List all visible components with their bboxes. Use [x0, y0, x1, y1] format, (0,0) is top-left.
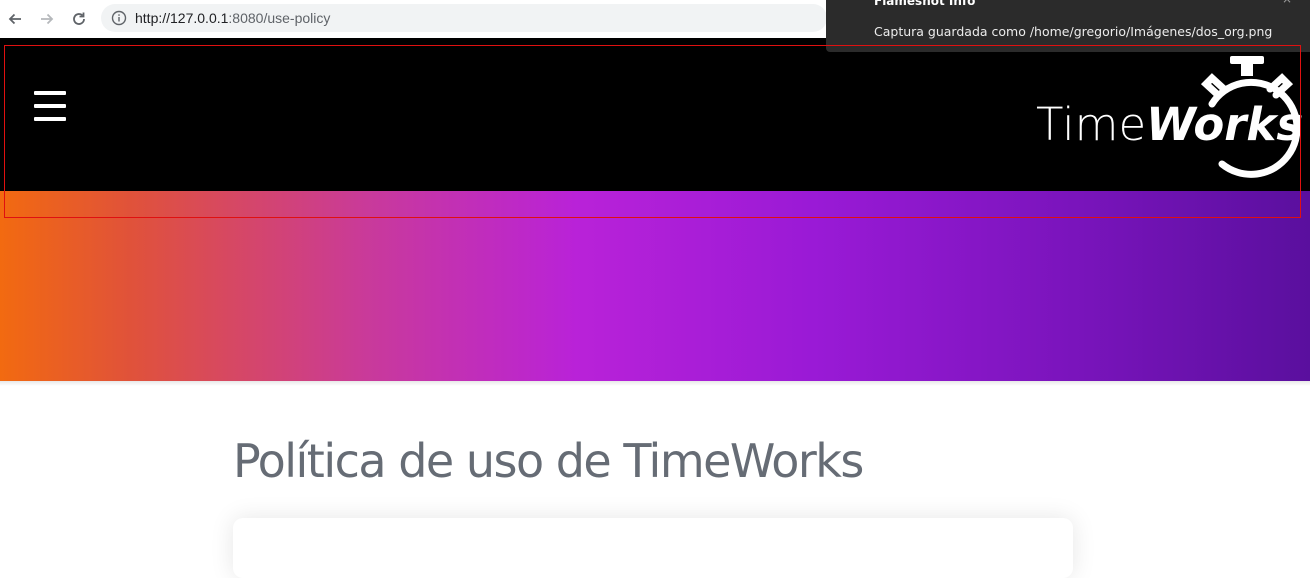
- menu-bar-top: [34, 91, 66, 95]
- page-title: Política de uso de TimeWorks: [233, 434, 864, 488]
- info-icon[interactable]: [111, 10, 127, 26]
- url-text: http://127.0.0.1:8080/use-policy: [135, 10, 330, 26]
- menu-bar-bottom: [34, 117, 66, 121]
- stopwatch-icon: [1200, 56, 1301, 178]
- site-header: TimeWorks: [0, 38, 1310, 191]
- hamburger-menu-button[interactable]: [32, 88, 68, 124]
- menu-bar-middle: [34, 104, 66, 108]
- logo-text-time: Time: [1036, 98, 1147, 151]
- arrow-left-icon: [8, 13, 21, 25]
- notification-title: Flameshot Info: [874, 0, 976, 8]
- forward-button[interactable]: [36, 8, 58, 30]
- hero-gradient-banner: [0, 191, 1310, 381]
- timeworks-logo[interactable]: TimeWorks: [1036, 56, 1303, 178]
- address-bar[interactable]: http://127.0.0.1:8080/use-policy: [101, 4, 827, 32]
- back-button[interactable]: [4, 8, 26, 30]
- url-path: :8080/use-policy: [228, 10, 331, 26]
- reload-button[interactable]: [68, 8, 90, 30]
- reload-icon: [73, 12, 85, 25]
- hero-divider: [0, 381, 1310, 386]
- notification-message: Captura guardada como /home/gregorio/Imá…: [874, 24, 1273, 39]
- notification-close-button[interactable]: ×: [1282, 0, 1292, 6]
- flameshot-notification: Flameshot Info × Captura guardada como /…: [826, 0, 1310, 52]
- policy-content-card: [233, 518, 1073, 578]
- url-host: http://127.0.0.1: [135, 10, 229, 26]
- arrow-right-icon: [41, 13, 54, 25]
